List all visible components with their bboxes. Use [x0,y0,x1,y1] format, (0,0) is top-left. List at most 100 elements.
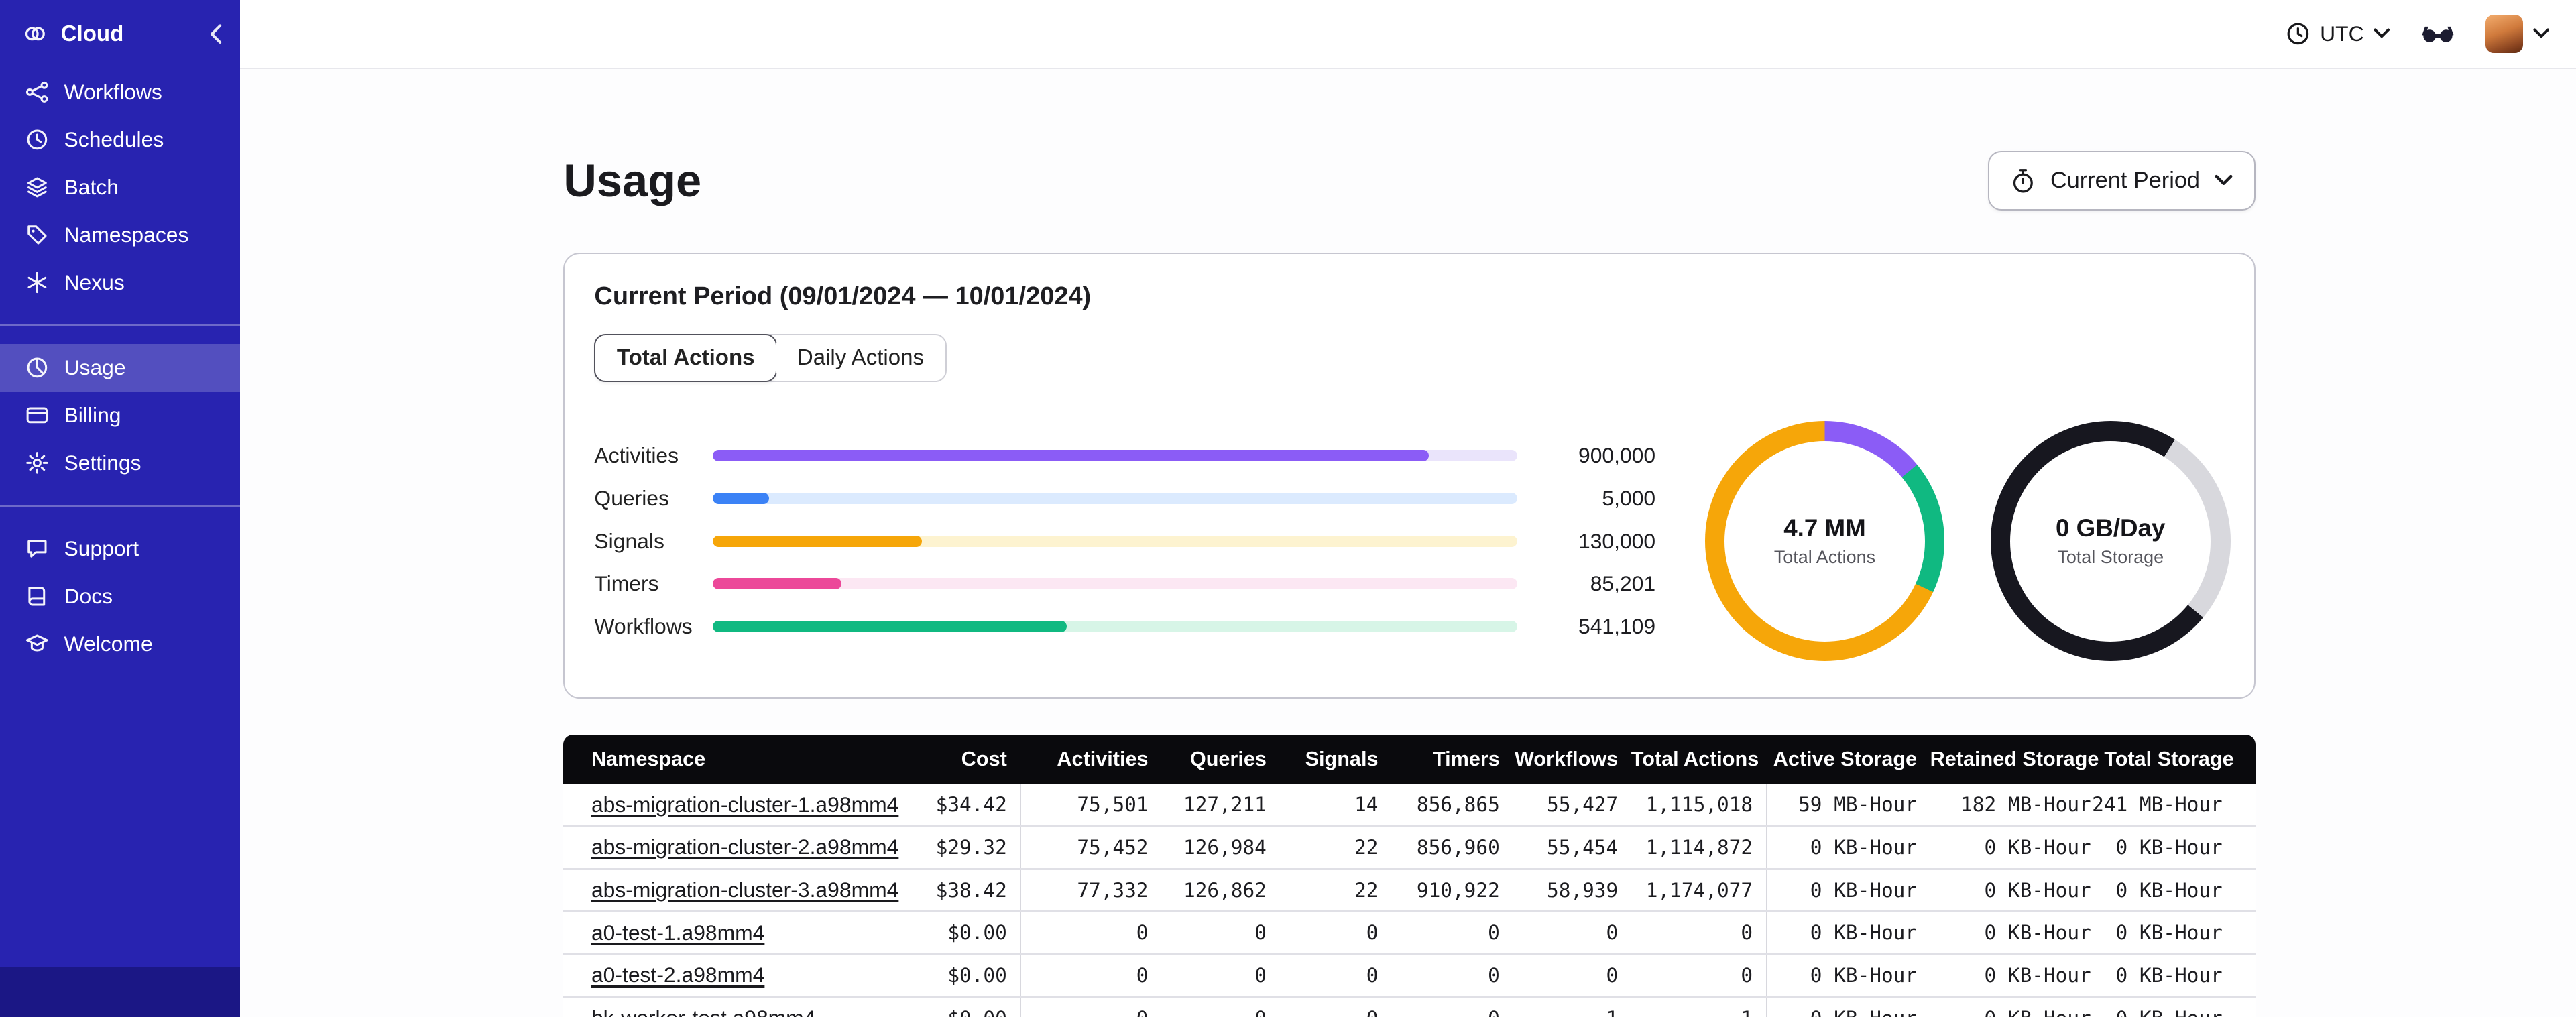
cell-retained-storage: 182 MB-Hour [1960,793,2091,817]
app: Cloud Workflows Schedules Batch Namespaces N… [0,0,2576,1017]
table-header: Namespace Cost Activities Queries Signals Tim… [563,734,2256,784]
bar-label: Queries [594,486,669,511]
cell-workflows: 0 [1606,963,1619,987]
sidebar-item-docs[interactable]: Docs [0,573,240,620]
usage-card: Current Period (09/01/2024 — 10/01/2024)… [563,253,2256,699]
cell-retained-storage: 0 KB-Hour [1984,921,2091,945]
namespace-cell: bk-worker-test.a98mm4 [583,998,912,1016]
brand-label: Cloud [60,21,124,46]
column-header-total-actions: Total Actions [1631,747,1759,771]
donut-charts: 4.7 MM Total Actions 0 GB/Day Total Storage [1704,421,2231,662]
cell-total-storage: 0 KB-Hour [2104,998,2235,1017]
namespaces-icon [25,223,50,247]
donut-value: 0 GB/Day [2056,514,2166,542]
bar-label: Workflows [594,614,693,639]
bar-fill [712,450,1429,462]
table-row: abs-migration-cluster-3.a98mm4 $38.42 77,3… [563,869,2256,912]
sidebar-item-billing[interactable]: Billing [0,392,240,439]
bar-fill [712,492,769,505]
sidebar-item-welcome[interactable]: Welcome [0,620,240,668]
bar-value: 5,000 [1602,486,1656,511]
sidebar-item-workflows[interactable]: Workflows [0,68,240,116]
topbar: UTC [239,0,2576,69]
stopwatch-icon [2011,168,2036,194]
cell-active-storage: 0 KB-Hour [1765,912,1930,954]
namespace-link[interactable]: abs-migration-cluster-1.a98mm4 [591,792,898,817]
sidebar-divider [0,505,240,507]
sidebar-item-label: Billing [64,403,121,428]
table-row: a0-test-2.a98mm4 $0.00 0 0 0 0 0 0 0 KB-Hour 0 KB… [563,955,2256,998]
namespace-cell: a0-test-2.a98mm4 [583,955,912,996]
donut-sublabel: Total Storage [2057,547,2164,568]
bar-row-signals: Signals 130,000 [594,520,1655,562]
cell-total-actions: 1,115,018 [1645,793,1753,817]
bar-fill [712,535,922,547]
bar-label: Timers [594,571,659,596]
welcome-icon [25,632,50,656]
billing-icon [25,403,50,428]
tab-daily-actions[interactable]: Daily Actions [775,335,945,381]
chevron-down-icon [2374,28,2390,40]
sidebar-item-nexus[interactable]: Nexus [0,259,240,306]
docs-icon [25,584,50,609]
sidebar-item-support[interactable]: Support [0,525,240,573]
cell-cost: $29.32 [935,835,1007,859]
namespace-link[interactable]: abs-migration-cluster-2.a98mm4 [591,835,898,859]
cell-retained-storage: 0 KB-Hour [1984,835,2091,859]
namespace-link[interactable]: bk-worker-test.a98mm4 [591,1006,815,1016]
cell-timers: 0 [1488,921,1500,945]
account-menu[interactable] [2485,15,2550,53]
bar-row-activities: Activities 900,000 [594,434,1655,477]
cell-signals: 0 [1366,963,1379,987]
cell-signals: 22 [1354,878,1379,902]
namespace-link[interactable]: a0-test-2.a98mm4 [591,963,764,988]
batch-icon [25,175,50,200]
tab-total-actions[interactable]: Total Actions [593,333,778,383]
cell-activities: 0 [1020,912,1161,954]
bar-row-queries: Queries 5,000 [594,477,1655,520]
sidebar-item-usage[interactable]: Usage [0,344,240,392]
cell-total-actions: 1 [1631,998,1766,1017]
cell-signals: 22 [1354,835,1379,859]
sidebar-collapse-button[interactable] [209,24,223,44]
sidebar-nav: Workflows Schedules Batch Namespaces Nexus Us… [0,68,240,668]
sidebar-item-label: Welcome [64,631,153,656]
sidebar-item-label: Workflows [64,79,162,104]
cell-workflows: 0 [1606,921,1619,945]
cell-workflows: 1 [1513,998,1631,1017]
cell-queries: 126,862 [1183,878,1267,902]
main: Usage Current Period Current Period (09/… [239,68,2576,1017]
namespace-link[interactable]: a0-test-1.a98mm4 [591,920,764,945]
support-icon [25,536,50,561]
sidebar-item-label: Usage [64,355,126,380]
column-header-namespace: Namespace [591,747,706,771]
schedules-icon [25,127,50,152]
namespace-link[interactable]: abs-migration-cluster-3.a98mm4 [591,878,898,902]
cell-cost: $0.00 [947,963,1007,987]
goggles-icon[interactable] [2420,22,2456,45]
donut-center: 0 GB/Day Total Storage [1991,421,2231,661]
timezone-selector[interactable]: UTC [2286,21,2390,46]
column-header-retained-storage: Retained Storage [1930,747,2099,771]
bar-track [712,578,1518,590]
cell-cost: $0.00 [947,921,1007,945]
cell-total-storage: 241 MB-Hour [2092,793,2223,817]
cell-queries: 0 [1254,921,1267,945]
column-header-total-storage: Total Storage [2104,747,2234,771]
sidebar-item-schedules[interactable]: Schedules [0,116,240,164]
cell-total-storage: 0 KB-Hour [2115,835,2223,859]
sidebar-item-namespaces[interactable]: Namespaces [0,211,240,259]
sidebar-item-label: Support [64,536,139,560]
sidebar-item-batch[interactable]: Batch [0,164,240,211]
sidebar-item-settings[interactable]: Settings [0,439,240,487]
period-selector-button[interactable]: Current Period [1988,151,2256,211]
donut-value: 4.7 MM [1783,514,1866,542]
sidebar-item-label: Batch [64,174,119,199]
main-region: UTC Usage Current Period Current Period … [239,0,2576,1017]
cell-queries: 126,984 [1183,835,1267,859]
cell-queries: 127,211 [1183,793,1267,817]
cell-active-storage: 0 KB-Hour [1765,955,1930,996]
column-header-workflows: Workflows [1514,747,1619,771]
namespace-cell: abs-migration-cluster-2.a98mm4 [583,827,912,868]
cell-signals: 0 [1366,921,1379,945]
